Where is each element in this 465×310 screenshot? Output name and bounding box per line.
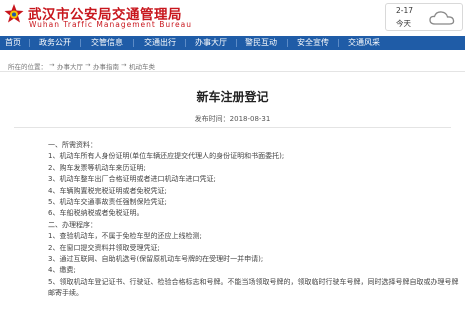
list-item: 2、购车发票等机动车来历证明; — [48, 163, 146, 172]
nav-item-safety-promotion[interactable]: 安全宣传 — [297, 36, 329, 50]
nav-divider — [133, 39, 134, 47]
breadcrumb: 所在的位置： → 办事大厅 → 办事指南 → 机动车类 — [0, 58, 465, 72]
list-item: 1、机动车所有人身份证明(单位车辆还应提交代理人的身份证明和书面委托); — [48, 152, 285, 161]
weather-widget[interactable]: 2-17 今天 — [385, 3, 463, 31]
nav-item-government-affairs[interactable]: 政务公开 — [39, 36, 71, 50]
breadcrumb-separator: → — [49, 61, 55, 69]
section-heading: 一、所需资料： — [48, 141, 97, 149]
nav-item-traffic-showcase[interactable]: 交通风采 — [348, 36, 380, 50]
site-name-english: Wuhan Traffic Management Bureau — [29, 20, 192, 29]
list-item: 3、机动车整车出厂合格证明或者进口机动车进口凭证; — [48, 175, 216, 184]
breadcrumb-separator: → — [85, 61, 91, 69]
breadcrumb-item-vehicles[interactable]: 机动车类 — [129, 61, 155, 71]
nav-divider — [287, 39, 288, 47]
nav-divider — [185, 39, 186, 47]
publish-date: 发布时间：2018-08-31 — [194, 115, 271, 123]
main-navigation: 首页 政务公开 交管信息 交通出行 办事大厅 警民互动 安全宣传 交通风采 — [0, 36, 465, 50]
breadcrumb-separator: → — [121, 61, 127, 69]
list-item: 4、缴费; — [48, 266, 76, 275]
breadcrumb-item-guide[interactable]: 办事指南 — [93, 61, 119, 71]
list-item: 5、机动车交通事故责任强制保险凭证; — [48, 198, 167, 207]
section-heading: 二、办理程序： — [48, 220, 97, 229]
list-item: 6、车船税纳税或者免税证明。 — [48, 209, 144, 218]
nav-item-police-interaction[interactable]: 警民互动 — [245, 36, 277, 50]
site-header: 武汉市公安局交通管理局 Wuhan Traffic Management Bur… — [0, 0, 465, 36]
weather-day-label: 今天 — [396, 19, 411, 28]
breadcrumb-item-service-hall[interactable]: 办事大厅 — [57, 61, 83, 71]
nav-item-service-hall[interactable]: 办事大厅 — [195, 36, 227, 50]
breadcrumb-prefix: 所在的位置： — [8, 63, 47, 71]
list-item: 1、查验机动车，不属于免检车型的还应上线检测; — [48, 232, 202, 241]
nav-divider — [29, 39, 30, 47]
nav-item-travel[interactable]: 交通出行 — [144, 36, 176, 50]
nav-divider — [338, 39, 339, 47]
weather-date: 2-17 — [396, 6, 414, 15]
nav-item-home[interactable]: 首页 — [5, 36, 21, 50]
list-item: 5、领取机动车登记证书、行驶证、检验合格标志和号牌。不能当场领取号牌的，领取临时… — [48, 277, 459, 298]
nav-divider — [236, 39, 237, 47]
nav-divider — [80, 39, 81, 47]
article-body: 一、所需资料： 1、机动车所有人身份证明(单位车辆还应提交代理人的身份证明和书面… — [48, 140, 465, 300]
title-divider — [14, 127, 451, 128]
list-item: 4、车辆购置税完税证明或者免税凭证; — [48, 186, 167, 195]
article-title: 新车注册登记 — [196, 90, 269, 104]
list-item: 3、通过互联网、自助机选号(保留原机动车号牌的在受理时一并申请); — [48, 255, 264, 264]
cloud-icon — [429, 11, 455, 25]
list-item: 2、在窗口提交资料并领取受理凭证; — [48, 243, 160, 252]
police-emblem-icon[interactable] — [3, 3, 25, 25]
nav-item-traffic-info[interactable]: 交管信息 — [91, 36, 123, 50]
